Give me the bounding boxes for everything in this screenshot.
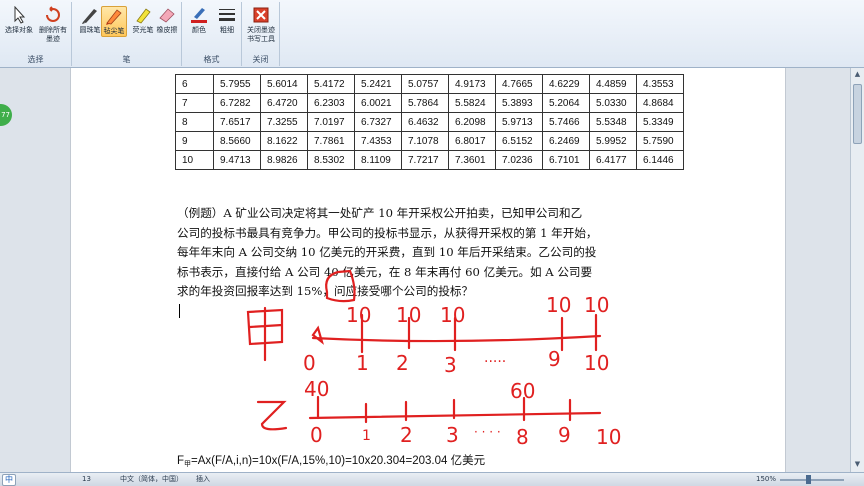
status-bar: 中 13 中文（简体，中国） 插入 150% (0, 472, 864, 486)
zoom-slider-knob[interactable] (806, 475, 811, 484)
yi-top-label: 60 (510, 379, 535, 403)
zoom-level[interactable]: 150% (756, 473, 776, 486)
yi-bottom-label: 2 (400, 423, 413, 447)
circle-mark (325, 269, 356, 303)
insert-mode-status[interactable]: 插入 (196, 473, 210, 486)
jia-top-label: 10 (584, 293, 609, 317)
jia-bottom-label: 2 (396, 351, 409, 375)
yi-bottom-label: 9 (558, 423, 571, 447)
jia-glyph (246, 306, 284, 362)
yi-glyph (256, 400, 288, 431)
jia-bottom-label: 1 (356, 351, 369, 375)
yi-bottom-label: 0 (310, 423, 323, 447)
ink-overlay: 10 10 10 10 10 0 1 2 3 ····· 9 10 40 60 … (246, 269, 621, 449)
timeline-jia-line (311, 334, 602, 343)
language-status[interactable]: 中文（简体，中国） (120, 473, 183, 486)
jia-bottom-label: ····· (484, 354, 506, 370)
yi-bottom-label: · · · · (474, 425, 501, 439)
jia-top-label: 10 (396, 303, 421, 327)
jia-top-label: 10 (440, 303, 465, 327)
zoom-slider[interactable] (780, 479, 844, 481)
timeline-jia-start-mark (311, 325, 324, 345)
yi-bottom-label: 8 (516, 425, 529, 449)
jia-bottom-label: 10 (584, 351, 609, 375)
jia-bottom-label: 3 (444, 353, 457, 377)
yi-bottom-label: 10 (596, 425, 621, 449)
page-number[interactable]: 13 (82, 473, 91, 486)
jia-bottom-label: 9 (548, 347, 561, 371)
yi-top-label: 40 (304, 377, 329, 401)
jia-bottom-label: 0 (303, 351, 316, 375)
yi-bottom-label: 3 (446, 423, 459, 447)
jia-top-label: 10 (346, 303, 371, 327)
yi-bottom-label: 1 (362, 428, 371, 444)
ime-indicator[interactable]: 中 (2, 474, 16, 486)
jia-top-label: 10 (546, 293, 571, 317)
